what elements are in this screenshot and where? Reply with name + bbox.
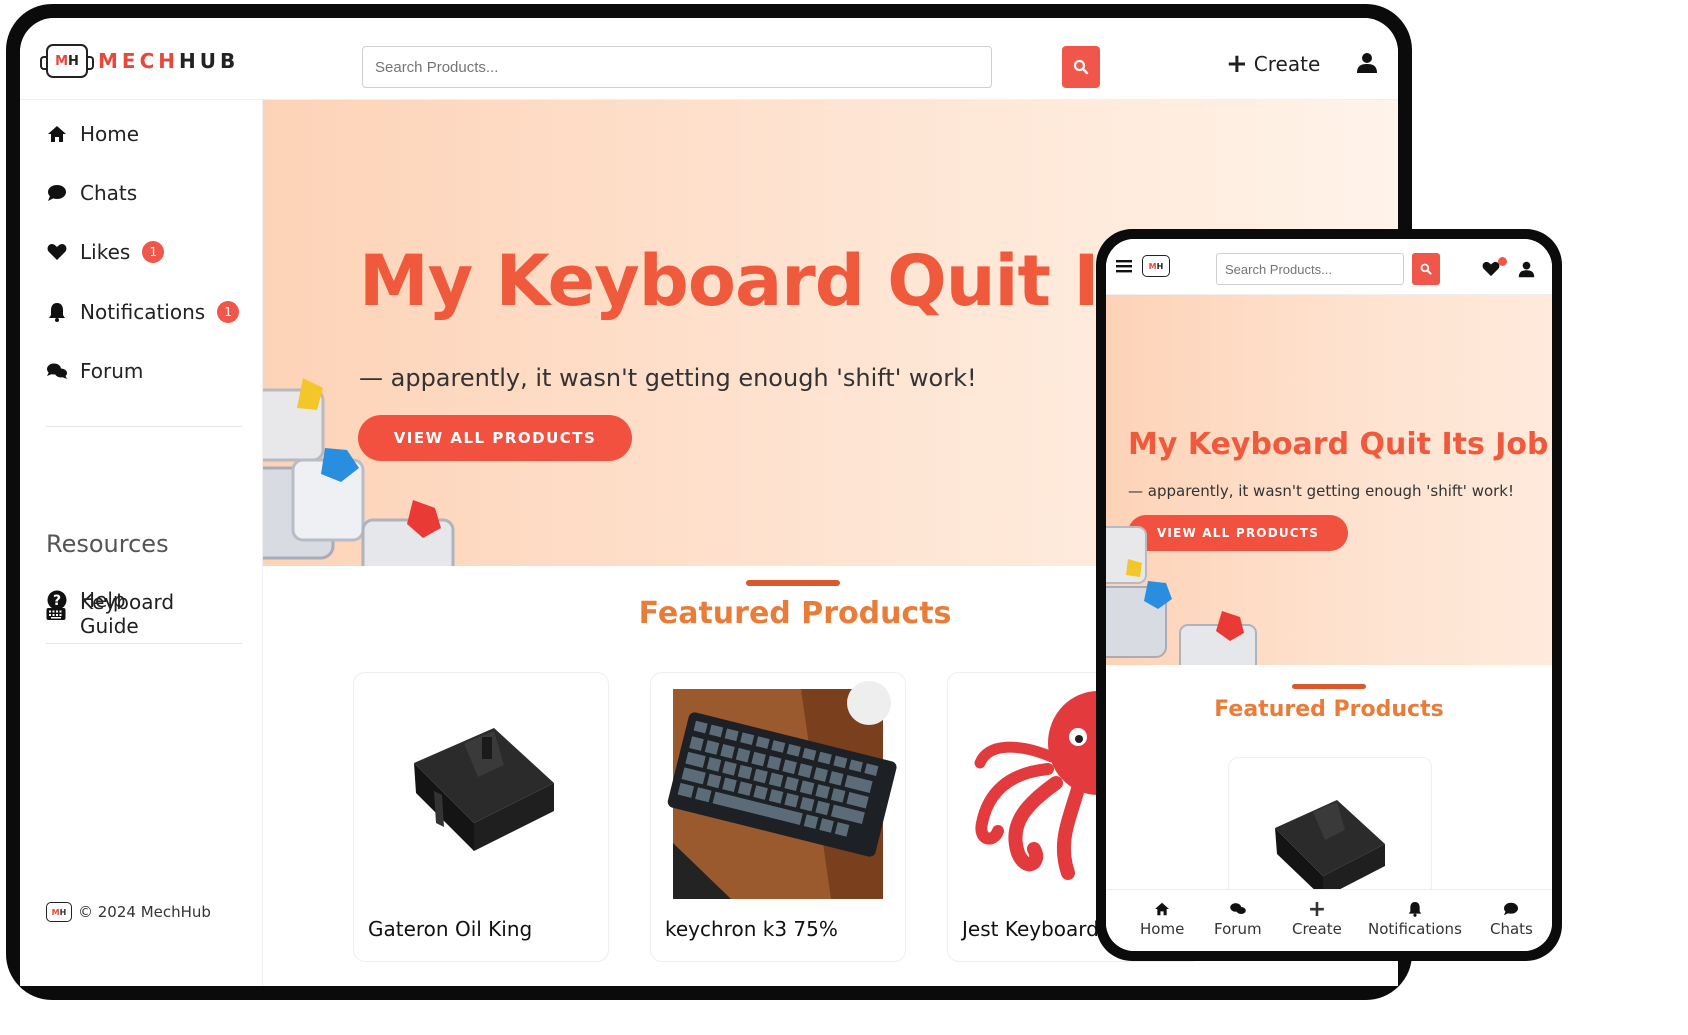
logo-wordmark: MECHHUB bbox=[98, 49, 240, 73]
search-input[interactable] bbox=[362, 46, 992, 88]
keyswitch-illustration bbox=[1106, 526, 1257, 665]
bottom-nav-label: Forum bbox=[1214, 920, 1262, 938]
sidebar-divider bbox=[46, 643, 242, 644]
home-icon bbox=[1155, 902, 1170, 916]
sidebar: Home Chats Likes 1 Notifications 1 Forum bbox=[20, 100, 263, 986]
mobile-device-frame: MH My Keyboard Quit Its Job — apparently… bbox=[1096, 229, 1562, 961]
product-card[interactable]: Gateron Oil King bbox=[353, 672, 609, 962]
sidebar-item-chats[interactable]: Chats bbox=[46, 181, 137, 205]
bottom-nav-label: Create bbox=[1292, 920, 1342, 938]
mobile-logo[interactable]: MH bbox=[1142, 255, 1170, 277]
sidebar-item-forum[interactable]: Forum bbox=[46, 359, 143, 383]
forum-icon bbox=[1230, 903, 1246, 915]
sidebar-item-notifications[interactable]: Notifications 1 bbox=[46, 300, 240, 324]
create-button[interactable]: + Create bbox=[1226, 49, 1321, 79]
copyright-text: © 2024 MechHub bbox=[78, 903, 211, 921]
notifications-count-badge: 1 bbox=[217, 301, 240, 323]
likes-dot-badge bbox=[1498, 257, 1507, 266]
sidebar-item-label: Home bbox=[80, 122, 140, 146]
create-label: Create bbox=[1253, 52, 1321, 76]
mobile-bottom-nav: Home Forum + Create Notifications Chats bbox=[1106, 889, 1552, 951]
plus-icon: + bbox=[1307, 896, 1327, 922]
likes-count-badge: 1 bbox=[142, 241, 165, 263]
chat-icon bbox=[1504, 902, 1519, 916]
svg-text:?: ? bbox=[53, 593, 61, 609]
hamburger-menu-icon[interactable] bbox=[1116, 259, 1132, 273]
search-icon bbox=[1073, 59, 1089, 75]
product-card[interactable]: keychron k3 75% bbox=[650, 672, 906, 962]
featured-products-title: Featured Products bbox=[638, 596, 952, 631]
logo-mark: MH bbox=[40, 44, 94, 78]
mobile-header: MH bbox=[1106, 239, 1552, 295]
resources-heading: Resources bbox=[46, 530, 169, 558]
sidebar-item-label: Forum bbox=[80, 359, 144, 383]
plus-icon: + bbox=[1226, 49, 1248, 79]
mobile-screen: MH My Keyboard Quit Its Job — apparently… bbox=[1106, 239, 1552, 951]
bottom-nav-forum[interactable]: Forum bbox=[1214, 898, 1262, 938]
mechhub-logo[interactable]: MH MECHHUB bbox=[40, 44, 240, 78]
sidebar-item-label: Notifications bbox=[80, 300, 206, 324]
featured-accent-bar bbox=[746, 580, 840, 586]
sidebar-divider bbox=[46, 426, 242, 427]
bottom-nav-create[interactable]: + Create bbox=[1292, 896, 1342, 939]
product-image-switch bbox=[1275, 800, 1385, 898]
bell-icon bbox=[1408, 902, 1422, 917]
bell-icon bbox=[49, 303, 65, 322]
mobile-featured-products-title: Featured Products bbox=[1214, 697, 1444, 722]
sidebar-item-label: Chats bbox=[80, 181, 138, 205]
product-name: keychron k3 75% bbox=[665, 917, 838, 941]
user-icon[interactable] bbox=[1518, 261, 1535, 278]
sidebar-item-label: Likes bbox=[80, 240, 131, 264]
sidebar-item-help[interactable]: ? Help bbox=[46, 588, 126, 612]
home-icon bbox=[48, 126, 66, 142]
keyswitch-illustration bbox=[263, 378, 455, 566]
bottom-nav-chats[interactable]: Chats bbox=[1490, 898, 1533, 938]
mobile-featured-accent-bar bbox=[1292, 684, 1366, 689]
mobile-hero-banner: My Keyboard Quit Its Job — apparently, i… bbox=[1106, 295, 1552, 665]
chat-icon bbox=[48, 185, 66, 201]
bottom-nav-label: Chats bbox=[1490, 920, 1533, 938]
heart-icon[interactable] bbox=[1482, 261, 1500, 277]
mobile-search-button[interactable] bbox=[1412, 253, 1440, 285]
search-button[interactable] bbox=[1062, 46, 1100, 88]
mobile-hero-subtitle: — apparently, it wasn't getting enough '… bbox=[1128, 482, 1515, 500]
sidebar-item-label: Help bbox=[80, 588, 126, 612]
sidebar-item-home[interactable]: Home bbox=[46, 122, 139, 146]
heart-icon bbox=[47, 244, 67, 260]
mobile-search-input[interactable] bbox=[1216, 253, 1404, 285]
footer-copyright: MH © 2024 MechHub bbox=[46, 902, 211, 922]
product-image-keyboard bbox=[667, 681, 897, 899]
product-name: Gateron Oil King bbox=[368, 917, 533, 941]
product-image-switch bbox=[414, 728, 554, 851]
bottom-nav-label: Notifications bbox=[1368, 920, 1462, 938]
bottom-nav-label: Home bbox=[1140, 920, 1185, 938]
sidebar-item-likes[interactable]: Likes 1 bbox=[46, 240, 165, 264]
bottom-nav-notifications[interactable]: Notifications bbox=[1368, 898, 1462, 938]
help-icon: ? bbox=[47, 590, 67, 610]
search-icon bbox=[1420, 263, 1432, 275]
mobile-product-card[interactable] bbox=[1228, 757, 1432, 907]
mobile-hero-title: My Keyboard Quit Its Job bbox=[1128, 427, 1549, 462]
top-header: MH MECHHUB + Create bbox=[20, 18, 1398, 100]
bottom-nav-home[interactable]: Home bbox=[1140, 898, 1184, 938]
footer-logo-mark: MH bbox=[46, 902, 72, 922]
product-name: Jest Keyboard bbox=[962, 917, 1099, 941]
user-icon[interactable] bbox=[1356, 52, 1378, 74]
forum-icon bbox=[47, 363, 67, 379]
